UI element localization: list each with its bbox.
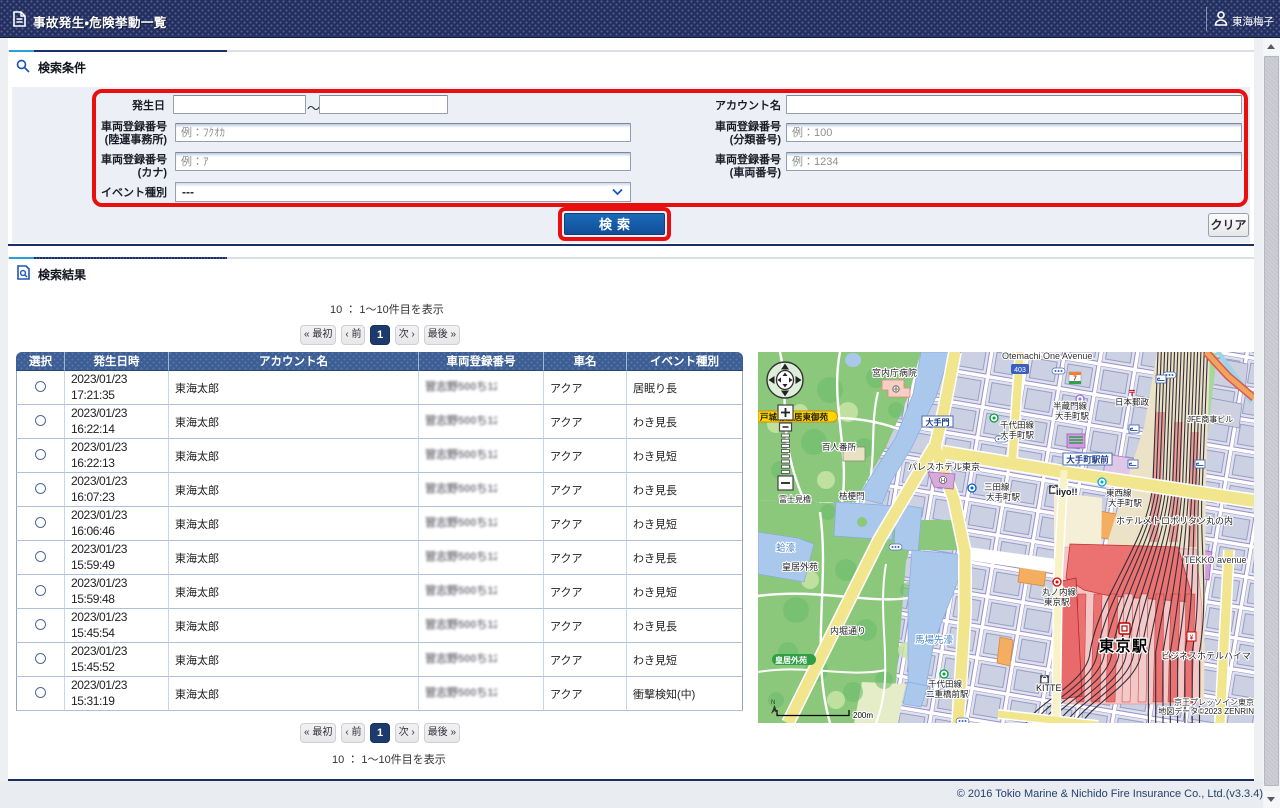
svg-text:蛤濠: 蛤濠 (776, 542, 796, 554)
svg-text:千代田線: 千代田線 (928, 679, 963, 689)
svg-text:大手門: 大手門 (926, 417, 950, 427)
svg-text:地図データ©2023 ZENRIN: 地図データ©2023 ZENRIN (1158, 706, 1254, 716)
svg-text:半蔵門線: 半蔵門線 (1053, 401, 1088, 411)
svg-text:403: 403 (1014, 367, 1026, 374)
svg-text:パレスホテル東京: パレスホテル東京 (908, 461, 980, 472)
svg-text:大手町駅前: 大手町駅前 (1066, 455, 1109, 465)
svg-text:東京駅: 東京駅 (1044, 597, 1070, 607)
svg-text:戸城跡皇居東御苑: 戸城跡皇居東御苑 (760, 412, 829, 422)
svg-text:京王プレッソイン東京: 京王プレッソイン東京 (1174, 697, 1254, 707)
svg-text:大手町駅: 大手町駅 (1000, 430, 1035, 440)
svg-text:東西線: 東西線 (1106, 488, 1132, 498)
svg-text:iiyo!!: iiyo!! (1056, 487, 1078, 497)
svg-text:日本郵政: 日本郵政 (1115, 397, 1150, 407)
svg-text:Otemachi One Avenue: Otemachi One Avenue (1002, 352, 1092, 361)
svg-text:N: N (771, 700, 775, 706)
svg-text:ビジネスホテルハイマ: ビジネスホテルハイマ (1161, 651, 1251, 661)
svg-text:馬場先濠: 馬場先濠 (915, 634, 954, 646)
svg-text:千代田線: 千代田線 (1000, 420, 1035, 430)
svg-text:JFE商事ビル: JFE商事ビル (1187, 414, 1233, 424)
svg-text:皇居外苑: 皇居外苑 (775, 655, 807, 665)
svg-text:大手町駅: 大手町駅 (986, 492, 1021, 502)
svg-text:大手町駅: 大手町駅 (1108, 498, 1143, 508)
svg-text:200m: 200m (853, 711, 873, 720)
svg-text:ホテルメトロポリタン丸の内: ホテルメトロポリタン丸の内 (1116, 515, 1233, 526)
svg-text:三田線: 三田線 (984, 482, 1010, 492)
svg-text:百人番所: 百人番所 (822, 442, 857, 452)
svg-text:KITTE: KITTE (1036, 683, 1062, 693)
svg-text:富士見櫓: 富士見櫓 (779, 494, 811, 504)
svg-text:二重橋前駅: 二重橋前駅 (926, 689, 969, 699)
svg-text:H: H (941, 479, 945, 485)
svg-text:皇居外苑: 皇居外苑 (782, 561, 818, 572)
svg-text:宮内庁病院: 宮内庁病院 (872, 367, 917, 378)
svg-text:内堀通り: 内堀通り (830, 625, 866, 636)
svg-text:東京駅: 東京駅 (1099, 637, 1149, 655)
svg-text:TEKKO avenue: TEKKO avenue (1184, 555, 1247, 565)
svg-text:7: 7 (1073, 376, 1077, 383)
svg-text:丸ノ内線: 丸ノ内線 (1042, 587, 1077, 597)
svg-text:¥: ¥ (1190, 635, 1194, 642)
svg-text:桔梗門: 桔梗門 (839, 491, 865, 501)
svg-text:大手町駅: 大手町駅 (1055, 411, 1090, 421)
